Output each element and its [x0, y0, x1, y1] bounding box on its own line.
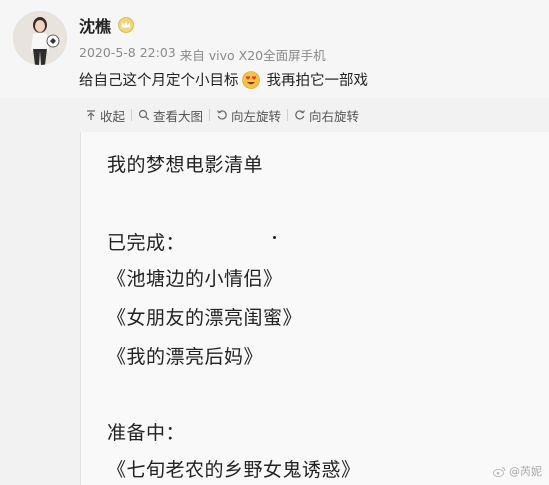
watermark-text: @芮妮 — [509, 465, 542, 478]
rotate-right-button[interactable]: 向右旋转 — [288, 106, 365, 125]
post-header: 沈樵 2020-5-8 22:03 来自 vivo X20全面屏手机 给自己这个… — [0, 0, 549, 98]
post-text-before: 给自己这个月定个小目标 — [79, 73, 239, 89]
heart-eyes-emoji-icon — [241, 70, 260, 89]
collapse-icon — [87, 110, 95, 120]
todo-item: 《七旬老农的乡野女鬼诱惑》 — [107, 459, 361, 481]
rotate-right-icon — [295, 110, 306, 120]
done-item: 《女朋友的漂亮闺蜜》 — [107, 307, 303, 329]
collapse-button[interactable]: 收起 — [79, 106, 131, 125]
post-meta: 2020-5-8 22:03 来自 vivo X20全面屏手机 — [79, 45, 326, 64]
rotate-left-button[interactable]: 向左旋转 — [210, 106, 287, 125]
magnifier-icon — [138, 109, 150, 121]
weibo-post: 沈樵 2020-5-8 22:03 来自 vivo X20全面屏手机 给自己这个… — [0, 0, 549, 485]
name-row: 沈樵 — [79, 14, 135, 36]
post-image[interactable]: 我的梦想电影清单 已完成： 《池塘边的小情侣》 《女朋友的漂亮闺蜜》 《我的漂亮… — [80, 132, 549, 485]
stray-dot — [273, 236, 276, 239]
source-device[interactable]: vivo X20全面屏手机 — [209, 45, 326, 64]
image-toolbar: 收起 查看大图 向左旋转 向右旋转 — [79, 104, 365, 126]
avatar-image — [13, 11, 67, 65]
source-prefix: 来自 — [179, 48, 205, 63]
collapse-label: 收起 — [100, 108, 126, 124]
post-text: 给自己这个月定个小目标 我再拍它一部戏 — [79, 69, 368, 90]
done-item: 《我的漂亮后妈》 — [107, 346, 264, 368]
post-text-after: 我再拍它一部戏 — [266, 73, 369, 89]
weibo-logo-icon — [493, 466, 506, 477]
rotate-left-icon — [217, 110, 227, 120]
avatar[interactable] — [13, 11, 67, 65]
username[interactable]: 沈樵 — [79, 13, 111, 37]
done-heading: 已完成： — [107, 232, 186, 254]
todo-heading: 准备中： — [107, 422, 186, 444]
watermark: @芮妮 — [493, 463, 542, 479]
rotate-left-label: 向左旋转 — [231, 108, 282, 124]
rotate-right-label: 向右旋转 — [309, 108, 360, 124]
image-title: 我的梦想电影清单 — [107, 154, 264, 176]
crown-icon — [117, 17, 135, 33]
view-large-button[interactable]: 查看大图 — [132, 106, 209, 125]
done-item: 《池塘边的小情侣》 — [107, 268, 283, 290]
post-date[interactable]: 2020-5-8 22:03 — [79, 45, 176, 64]
view-large-label: 查看大图 — [153, 108, 204, 124]
